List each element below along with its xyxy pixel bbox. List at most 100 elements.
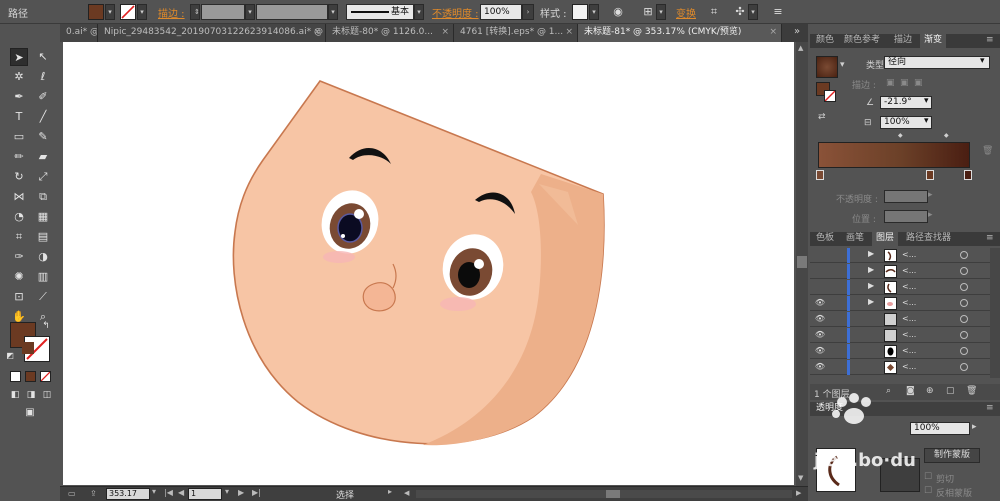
transform-link[interactable]: 变换 bbox=[676, 5, 696, 20]
make-mask-button[interactable]: 制作蒙版 bbox=[924, 448, 980, 463]
tab-swatches[interactable]: 色板 bbox=[812, 232, 838, 246]
line-tool-icon[interactable]: ╱ bbox=[34, 108, 52, 126]
fill-dropdown[interactable]: ▾ bbox=[105, 4, 115, 20]
stroke-indicator[interactable] bbox=[824, 90, 836, 102]
lasso-tool-icon[interactable]: ℓ bbox=[34, 68, 52, 86]
stop-opacity-dropdown[interactable]: ▸ bbox=[928, 190, 933, 200]
pencil-tool-icon[interactable]: ✏ bbox=[10, 148, 28, 166]
warp-icon[interactable]: ✣ bbox=[732, 4, 748, 20]
draw-normal-icon[interactable]: ◧ bbox=[8, 388, 22, 402]
graphic-style-swatch[interactable] bbox=[572, 4, 588, 20]
screen-mode-icon[interactable]: ▣ bbox=[20, 406, 40, 420]
gradient-stop-3[interactable] bbox=[964, 170, 972, 180]
gradient-slider[interactable] bbox=[818, 142, 970, 168]
paintbrush-tool-icon[interactable]: ✎ bbox=[34, 128, 52, 146]
transparency-opacity-field[interactable]: 100% bbox=[910, 422, 970, 435]
aspect-dropdown-icon[interactable]: ▾ bbox=[924, 116, 929, 126]
reverse-gradient-icon[interactable]: ⇄ bbox=[818, 112, 826, 122]
tab-doc-2[interactable]: Nipic_29483542_20190703122623914086.ai* … bbox=[98, 24, 326, 42]
symbol-sprayer-tool-icon[interactable]: ✺ bbox=[10, 268, 28, 286]
new-sublayer-icon[interactable]: ⊕ bbox=[926, 386, 934, 396]
tab-layers[interactable]: 图层 bbox=[872, 232, 899, 246]
shape-builder-tool-icon[interactable]: ◔ bbox=[10, 208, 28, 226]
rectangle-tool-icon[interactable]: ▭ bbox=[10, 128, 28, 146]
target-icon[interactable] bbox=[960, 347, 968, 355]
midpoint-diamond-icon[interactable]: ◆ bbox=[898, 132, 903, 139]
mask-thumbnail[interactable] bbox=[880, 458, 920, 492]
panel-menu-icon[interactable]: ≡ bbox=[982, 34, 998, 48]
control-menu-icon[interactable]: ≡ bbox=[770, 4, 786, 20]
tab-doc-5-active[interactable]: 未标题-81* @ 353.17% (CMYK/预览) × bbox=[578, 24, 782, 42]
stop-location-dropdown[interactable]: ▸ bbox=[928, 210, 933, 220]
fill-swatch[interactable] bbox=[88, 4, 104, 20]
target-icon[interactable] bbox=[960, 363, 968, 371]
tab-transparency[interactable]: 透明度 bbox=[812, 402, 847, 416]
brush-style-dropdown[interactable]: ▾ bbox=[414, 4, 424, 20]
tabs-overflow-icon[interactable]: » bbox=[794, 26, 800, 37]
tab-color-guide[interactable]: 颜色参考 bbox=[840, 34, 884, 48]
default-colors-icon[interactable]: ◩ bbox=[4, 350, 16, 362]
delete-layer-icon[interactable]: 🗑 bbox=[966, 386, 977, 396]
align-icon[interactable]: ⊞ bbox=[640, 4, 656, 20]
share-icon[interactable]: ⇪ bbox=[90, 489, 97, 498]
expand-icon[interactable]: ▶ bbox=[868, 297, 874, 306]
visibility-eye-icon[interactable]: 👁 bbox=[814, 329, 826, 341]
close-icon[interactable]: × bbox=[441, 24, 449, 41]
prev-artboard-icon[interactable]: ◀ bbox=[178, 488, 184, 497]
stroke-weight-field[interactable] bbox=[201, 4, 245, 20]
type-dropdown-icon[interactable]: ▾ bbox=[980, 56, 985, 66]
gradient-preview-swatch[interactable] bbox=[816, 56, 838, 78]
magic-wand-tool-icon[interactable]: ✲ bbox=[10, 68, 28, 86]
locate-object-icon[interactable]: ⌕ bbox=[886, 386, 891, 396]
layer-row[interactable]: 👁 <... bbox=[810, 344, 990, 359]
recolor-artwork-icon[interactable]: ◉ bbox=[610, 4, 626, 20]
artboard[interactable] bbox=[63, 42, 794, 485]
artboard-tool-icon[interactable]: ⊡ bbox=[10, 288, 28, 306]
close-icon[interactable]: × bbox=[313, 24, 321, 41]
midpoint-diamond-icon[interactable]: ◆ bbox=[944, 132, 949, 139]
hscroll-right-icon[interactable]: ▶ bbox=[796, 489, 801, 497]
make-clipping-mask-icon[interactable]: ◙ bbox=[906, 386, 915, 396]
gradient-type-select[interactable]: 径向 bbox=[884, 56, 990, 69]
expand-icon[interactable]: ▶ bbox=[868, 249, 874, 258]
scroll-thumb[interactable] bbox=[797, 256, 807, 268]
new-layer-icon[interactable]: ▢ bbox=[946, 386, 955, 396]
artboard-dropdown-icon[interactable]: ▾ bbox=[225, 487, 229, 496]
vertical-scrollbar[interactable]: ▲ ▼ bbox=[796, 42, 808, 486]
stroke-gradient-option-3[interactable]: ▣ bbox=[914, 78, 923, 88]
mesh-tool-icon[interactable]: ⌗ bbox=[10, 228, 28, 246]
invert-mask-checkbox[interactable]: ☐ bbox=[924, 486, 932, 496]
layer-row[interactable]: 👁 <... bbox=[810, 360, 990, 375]
artboard-number-field[interactable]: 1 bbox=[188, 488, 222, 500]
layers-scrollbar[interactable] bbox=[990, 248, 1000, 378]
first-artboard-icon[interactable]: |◀ bbox=[164, 488, 173, 497]
curvature-tool-icon[interactable]: ✐ bbox=[34, 88, 52, 106]
graphic-style-dropdown[interactable]: ▾ bbox=[589, 4, 599, 20]
scroll-down-icon[interactable]: ▼ bbox=[798, 474, 806, 482]
color-mode-icon[interactable] bbox=[10, 371, 21, 382]
visibility-eye-icon[interactable]: 👁 bbox=[814, 313, 826, 325]
variable-width-field[interactable] bbox=[256, 4, 328, 20]
next-artboard-icon[interactable]: ▶ bbox=[238, 488, 244, 497]
angle-dropdown-icon[interactable]: ▾ bbox=[924, 96, 929, 106]
gradient-mode-icon[interactable] bbox=[25, 371, 36, 382]
last-artboard-icon[interactable]: ▶| bbox=[252, 488, 261, 497]
layer-row[interactable]: 👁 <... bbox=[810, 312, 990, 327]
visibility-eye-icon[interactable]: 👁 bbox=[814, 297, 826, 309]
brush-style-field[interactable]: 基本 bbox=[346, 4, 414, 20]
opacity-field[interactable]: 100% bbox=[480, 4, 522, 20]
isolate-icon[interactable]: ⌗ bbox=[706, 4, 722, 20]
rotate-tool-icon[interactable]: ↻ bbox=[10, 168, 28, 186]
expand-icon[interactable]: ▶ bbox=[868, 281, 874, 290]
slice-tool-icon[interactable]: ⟋ bbox=[34, 288, 52, 306]
eyedropper-tool-icon[interactable]: ✑ bbox=[10, 248, 28, 266]
pen-tool-icon[interactable]: ✒ bbox=[10, 88, 28, 106]
selection-tool-icon[interactable]: ➤ bbox=[10, 48, 28, 66]
target-icon[interactable] bbox=[960, 267, 968, 275]
blend-tool-icon[interactable]: ◑ bbox=[34, 248, 52, 266]
stroke-gradient-option-2[interactable]: ▣ bbox=[900, 78, 909, 88]
warp-dropdown[interactable]: ▾ bbox=[748, 4, 758, 20]
zoom-dropdown-icon[interactable]: ▾ bbox=[152, 487, 156, 496]
free-transform-tool-icon[interactable]: ⧉ bbox=[34, 188, 52, 206]
delete-stop-icon[interactable]: 🗑 bbox=[982, 146, 993, 156]
